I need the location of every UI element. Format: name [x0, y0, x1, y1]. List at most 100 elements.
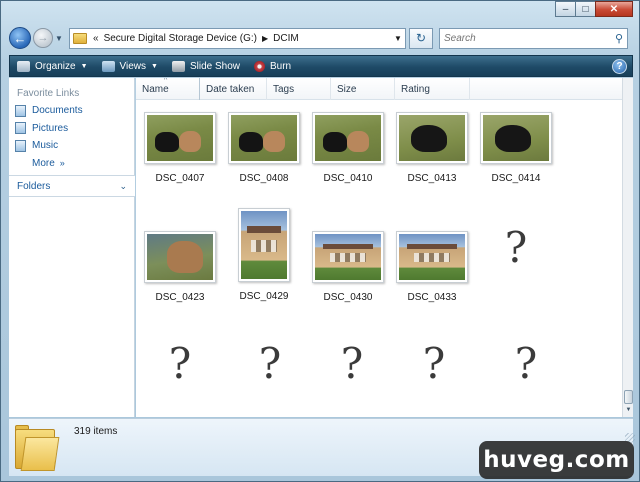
file-tile[interactable]: DSC_0423 [139, 231, 221, 303]
folder-front [20, 437, 60, 471]
file-tile[interactable]: DSC_0408 [223, 112, 305, 184]
photo-image [399, 234, 465, 280]
file-tile[interactable]: DSC_0433 [391, 231, 473, 303]
forward-button[interactable]: → [33, 28, 53, 48]
minimize-button[interactable]: – [555, 1, 576, 17]
breadcrumb-overflow[interactable]: « [93, 33, 99, 44]
photo-thumbnail [396, 112, 468, 164]
scroll-down-icon[interactable]: ▼ [623, 407, 634, 417]
column-headers: ^ Name Date taken Tags Size Rating [136, 78, 622, 100]
photo-thumbnail [312, 112, 384, 164]
burn-button[interactable]: Burn [247, 56, 298, 76]
chevron-down-icon: ▼ [55, 33, 63, 43]
help-button[interactable]: ? [612, 58, 627, 74]
sort-indicator-icon: ^ [164, 78, 168, 84]
photo-thumbnail [480, 112, 552, 164]
file-tile[interactable]: DSC_0430 [307, 231, 389, 303]
folders-label: Folders [17, 180, 51, 192]
unknown-file-icon[interactable]: ? [496, 223, 536, 272]
back-arrow-icon: ← [13, 30, 27, 46]
address-dropdown-icon[interactable]: ▼ [391, 34, 405, 43]
breadcrumb-separator-icon[interactable]: ▶ [262, 34, 268, 43]
column-header-tags[interactable]: Tags [267, 78, 331, 100]
refresh-button[interactable]: ↻ [409, 27, 433, 49]
sidebar-item-label: Pictures [32, 122, 69, 134]
address-bar[interactable]: « Secure Digital Storage Device (G:) ▶ D… [69, 27, 406, 49]
photo-thumbnail [228, 112, 300, 164]
photo-thumbnail [144, 231, 216, 283]
maximize-button[interactable]: □ [575, 1, 596, 17]
views-button[interactable]: Views ▼ [95, 56, 165, 76]
photo-image [315, 115, 381, 161]
breadcrumb-drive[interactable]: Secure Digital Storage Device (G:) [104, 33, 257, 44]
sidebar-item-music[interactable]: Music [9, 137, 134, 155]
file-tile[interactable]: DSC_0413 [391, 112, 473, 184]
file-tile[interactable]: DSC_0429 [223, 208, 305, 302]
organize-icon [17, 60, 30, 72]
sidebar-item-label: Music [32, 140, 59, 152]
sidebar-item-pictures[interactable]: Pictures [9, 120, 134, 138]
file-name: DSC_0429 [239, 291, 289, 302]
vertical-scrollbar[interactable]: ▼ [622, 78, 633, 417]
column-header-rating[interactable]: Rating [395, 78, 470, 100]
views-label: Views [119, 60, 147, 72]
column-header-date-taken[interactable]: Date taken [200, 78, 267, 100]
double-chevron-icon: » [59, 158, 65, 169]
slideshow-label: Slide Show [189, 60, 240, 72]
watermark: huveg.com [479, 441, 634, 479]
photo-image [147, 234, 213, 280]
breadcrumb-dcim[interactable]: DCIM [273, 33, 299, 44]
music-icon [15, 139, 26, 152]
burn-label: Burn [269, 60, 292, 72]
navigation-pane: Favorite Links Documents Pictures Music … [9, 78, 135, 417]
column-header-size[interactable]: Size [331, 78, 395, 100]
folders-toggle[interactable]: Folders ⌄ [9, 175, 135, 197]
file-tile[interactable]: DSC_0410 [307, 112, 389, 184]
file-name: DSC_0410 [323, 173, 373, 184]
unknown-file-icon[interactable]: ? [160, 339, 200, 388]
close-button[interactable]: ✕ [595, 1, 633, 17]
sidebar-item-more[interactable]: More » [9, 155, 134, 173]
photo-image [241, 211, 287, 279]
help-icon: ? [616, 60, 623, 72]
file-name: DSC_0423 [155, 292, 205, 303]
favorite-links-heading: Favorite Links [17, 88, 80, 99]
sidebar-item-documents[interactable]: Documents [9, 102, 134, 120]
recent-pages-dropdown[interactable]: ▼ [53, 34, 65, 43]
file-tile[interactable]: DSC_0407 [139, 112, 221, 184]
file-list: ^ Name Date taken Tags Size Rating DSC_0… [136, 78, 622, 417]
item-count: 319 items [74, 426, 118, 437]
unknown-file-icon[interactable]: ? [414, 339, 454, 388]
search-input[interactable] [444, 32, 604, 44]
documents-icon [15, 104, 26, 117]
unknown-file-icon[interactable]: ? [332, 339, 372, 388]
photo-thumbnail [238, 208, 290, 282]
file-name: DSC_0408 [239, 173, 289, 184]
caption-buttons: – □ ✕ [555, 1, 633, 17]
slideshow-button[interactable]: Slide Show [165, 56, 247, 76]
file-tile[interactable]: DSC_0414 [475, 112, 557, 184]
back-button[interactable]: ← [9, 27, 31, 49]
folder-icon [73, 32, 87, 44]
photo-image [315, 234, 381, 280]
unknown-file-icon[interactable]: ? [506, 339, 546, 388]
views-icon [101, 60, 115, 72]
file-name: DSC_0414 [491, 173, 541, 184]
refresh-icon: ↻ [415, 31, 427, 45]
file-name: DSC_0407 [155, 173, 205, 184]
chevron-down-icon: ▼ [80, 62, 88, 70]
column-header-name[interactable]: Name [136, 78, 200, 100]
folder-icon [15, 425, 60, 471]
organize-label: Organize [35, 60, 76, 72]
pictures-icon [15, 122, 26, 135]
photo-thumbnail [396, 231, 468, 283]
chevron-down-icon: ▼ [151, 62, 158, 70]
photo-thumbnail [312, 231, 384, 283]
photo-image [483, 115, 549, 161]
unknown-file-icon[interactable]: ? [250, 339, 290, 388]
search-icon[interactable]: ⚲ [615, 32, 623, 45]
search-box[interactable]: ⚲ [439, 27, 628, 49]
scrollbar-thumb[interactable] [624, 390, 633, 404]
organize-button[interactable]: Organize ▼ [10, 56, 95, 76]
photo-thumbnail [144, 112, 216, 164]
